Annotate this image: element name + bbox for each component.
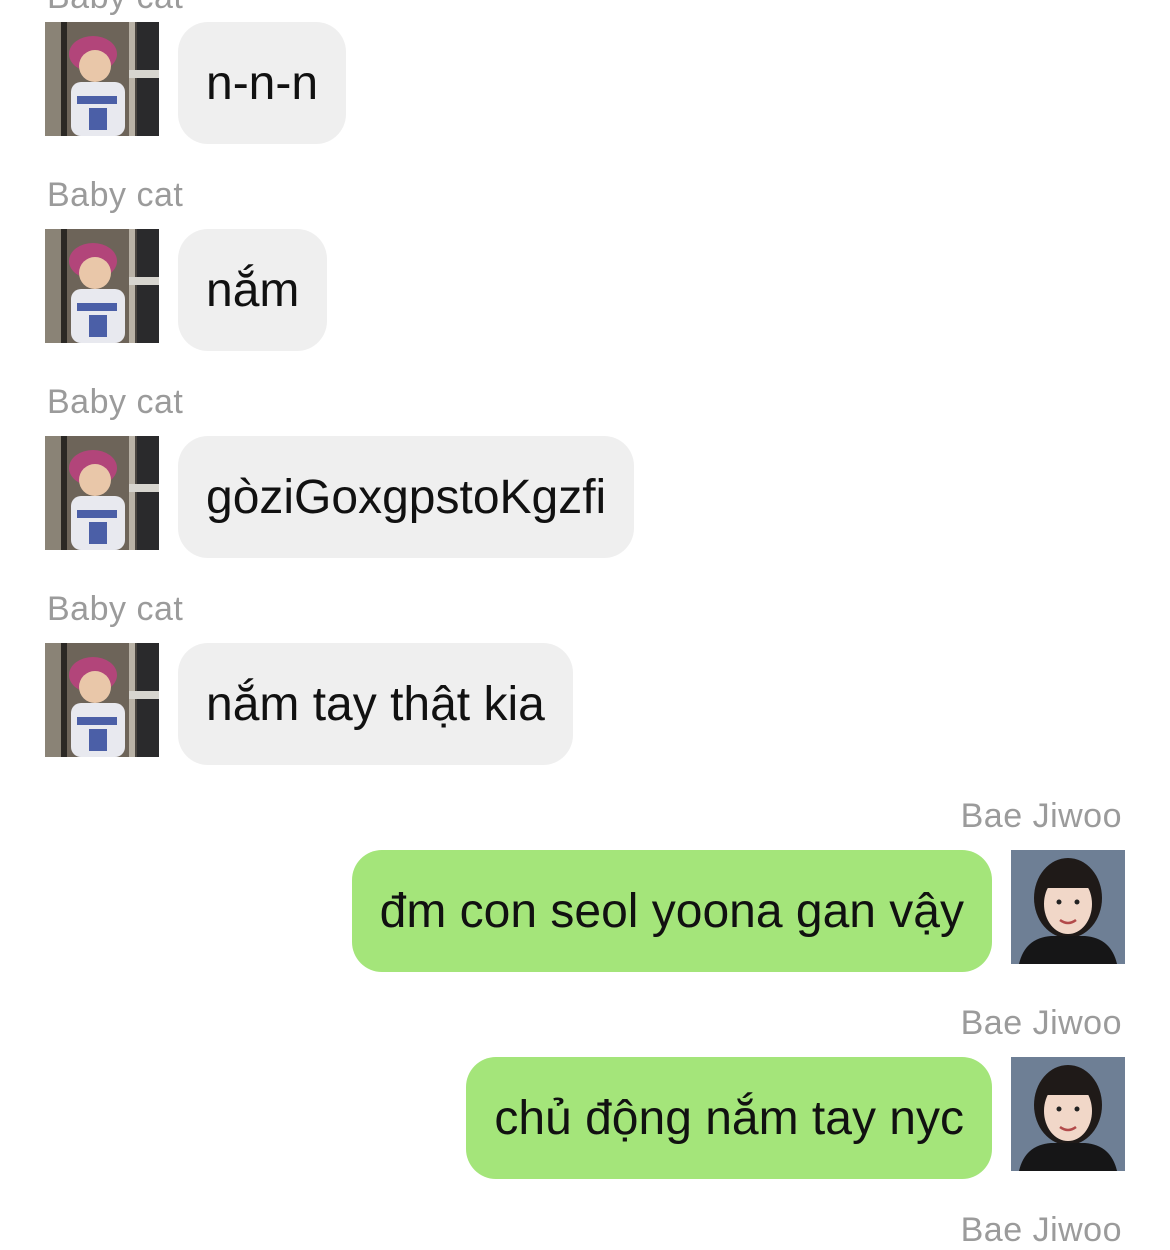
sender-name: Bae Jiwoo [960,797,1122,835]
sender-name: Baby cat [47,0,183,17]
baby-cat-avatar[interactable] [45,643,159,757]
baby-cat-avatar[interactable] [45,22,159,136]
message-bubble-outgoing[interactable]: chủ động nắm tay nyc [466,1057,992,1179]
sender-name: Bae Jiwoo [960,1004,1122,1042]
bae-jiwoo-avatar[interactable] [1011,1057,1125,1171]
sender-name: Baby cat [47,176,184,214]
message-bubble-outgoing[interactable]: đm con seol yoona gan vậy [351,850,992,972]
baby-cat-avatar[interactable] [45,436,159,550]
baby-cat-avatar[interactable] [45,229,159,343]
bae-jiwoo-avatar[interactable] [1011,850,1125,964]
message-bubble-incoming[interactable]: gòziGoxgpstoKgzfi [178,436,635,558]
message-bubble-incoming[interactable]: nắm tay thật kia [178,643,573,765]
sender-name: Baby cat [47,383,184,421]
message-bubble-incoming[interactable]: nắm [178,229,328,351]
sender-name: Bae Jiwoo [960,1211,1122,1249]
message-bubble-incoming[interactable]: n-n-n [178,22,347,144]
sender-name: Baby cat [47,590,184,628]
